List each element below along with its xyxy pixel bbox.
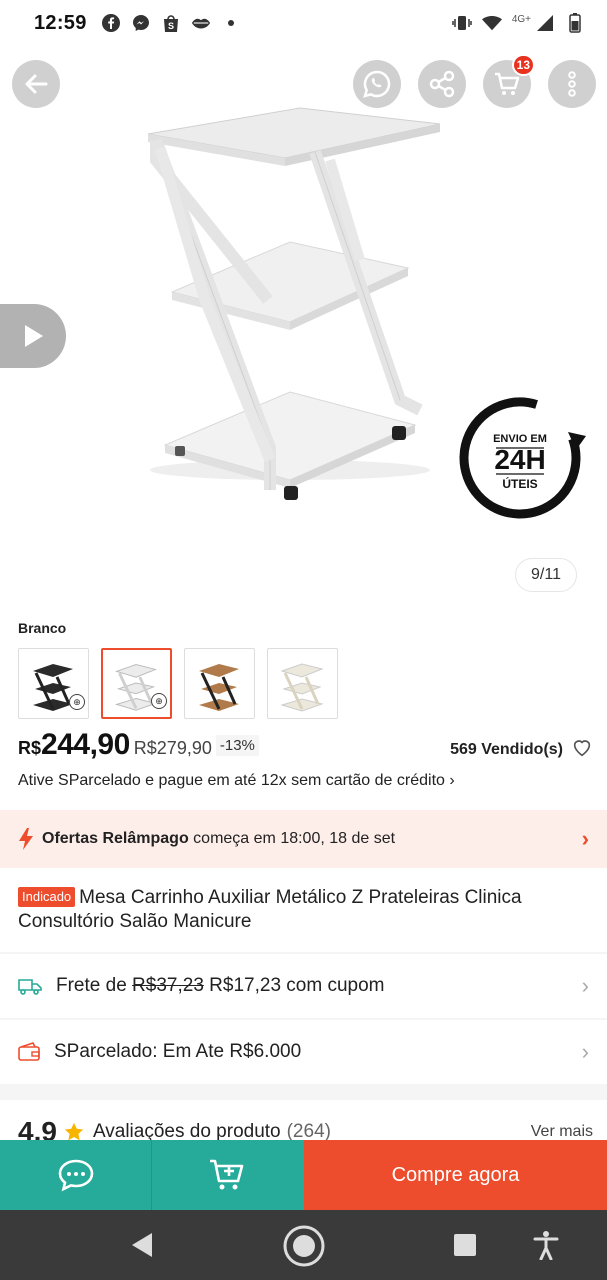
dot-icon [221, 13, 241, 33]
flash-sale-title: Ofertas Relâmpago [42, 830, 189, 847]
shopee-icon: S [161, 13, 181, 33]
whatsapp-share-button[interactable] [353, 60, 401, 108]
cart-button[interactable]: 13 [483, 54, 535, 108]
nav-recents-button[interactable] [453, 1233, 477, 1257]
section-gap [0, 1084, 607, 1100]
svg-text:S: S [168, 21, 174, 31]
shipping-new-price: R$17,23 com cupom [209, 975, 385, 996]
sparcelado-row[interactable]: SParcelado: Em Ate R$6.000 › [0, 1020, 607, 1084]
home-circle-icon [283, 1225, 325, 1267]
bottom-action-bar: Compre agora [0, 1140, 607, 1210]
system-icons: 4G+ [452, 13, 585, 33]
flash-sale-bar[interactable]: Ofertas Relâmpago começa em 18:00, 18 de… [0, 810, 607, 868]
sparcelado-text: SParcelado: Em Ate R$6.000 [54, 1041, 302, 1062]
triangle-back-icon [132, 1233, 152, 1257]
chevron-right-icon: › [581, 826, 589, 851]
notification-icons: S [101, 13, 241, 33]
android-nav-bar [0, 1210, 607, 1280]
ratings-header[interactable]: 4.9 Avaliações do produto (264) Ver mais [0, 1100, 607, 1140]
zoom-icon: ⊕ [69, 694, 85, 710]
price-current: 244,90 [41, 728, 130, 761]
star-icon [64, 1122, 84, 1140]
discount-badge: -13% [215, 735, 259, 756]
zoom-icon: ⊕ [151, 693, 167, 709]
product-gallery[interactable]: 13 ENVIO EM 24H ÚTEIS 9/11 [0, 46, 607, 606]
more-vertical-icon [568, 71, 576, 97]
variant-thumb-white[interactable]: ⊕ [101, 648, 172, 719]
wallet-icon [18, 1042, 40, 1061]
messenger-icon [131, 13, 151, 33]
variant-thumb-cream[interactable] [267, 648, 338, 719]
rating-score: 4.9 [18, 1116, 57, 1140]
wifi-icon [481, 13, 502, 33]
see-more-link[interactable]: Ver mais [531, 1123, 593, 1140]
chat-button[interactable] [0, 1140, 152, 1210]
signal-icon [535, 13, 555, 33]
chevron-right-icon: › [581, 973, 589, 998]
chevron-right-icon: › [581, 1039, 589, 1064]
price-original: R$279,90 [133, 738, 212, 758]
badge-main-text: 24H [494, 444, 545, 475]
arrow-left-icon [25, 74, 48, 94]
ratings-content: 4.9 Avaliações do produto (264) Ver mais [18, 1116, 593, 1140]
price-currency: R$ [18, 738, 42, 758]
variant-label: Branco [18, 620, 67, 636]
product-title: Indicado Mesa Carrinho Auxiliar Metálico … [18, 886, 598, 934]
badge-bottom-text: ÚTEIS [502, 476, 537, 491]
truck-icon [18, 979, 42, 995]
video-play-button[interactable] [0, 304, 66, 368]
chat-icon [58, 1159, 93, 1192]
share-icon [429, 70, 455, 98]
nav-home-button[interactable] [282, 1224, 326, 1268]
installments-link[interactable]: Ative SParcelado e pague em até 12x sem … [18, 772, 455, 790]
ratings-count: (264) [286, 1121, 331, 1140]
image-counter: 9/11 [515, 558, 577, 592]
shipping-label: Frete de [56, 975, 127, 996]
product-image [147, 107, 441, 500]
indicado-tag: Indicado [18, 887, 76, 907]
price-row: R$ 244,90 R$279,90 -13% 569 Vendido(s) [18, 728, 593, 768]
shipping-24h-badge: ENVIO EM 24H ÚTEIS [459, 397, 586, 519]
variant-selector: ⊕ ⊕ [18, 648, 338, 719]
whatsapp-icon [363, 70, 391, 98]
variant-image [280, 663, 324, 712]
facebook-icon [101, 13, 121, 33]
flash-sale-time: começa em 18:00, 18 de set [193, 830, 396, 847]
product-title-text: Mesa Carrinho Auxiliar Metálico Z Pratel… [18, 887, 522, 932]
add-cart-icon [210, 1159, 244, 1190]
back-button[interactable] [12, 60, 60, 108]
heart-icon[interactable] [571, 736, 593, 758]
accessibility-button[interactable] [532, 1230, 560, 1260]
shipping-row[interactable]: Frete de R$37,23 R$17,23 com cupom › [0, 954, 607, 1018]
accessibility-icon [533, 1231, 559, 1260]
cart-count-badge: 13 [511, 54, 535, 76]
variant-thumb-wood[interactable] [184, 648, 255, 719]
vibrate-icon [452, 13, 472, 33]
sold-count: 569 Vendido(s) [450, 741, 563, 758]
shipping-old-price: R$37,23 [132, 975, 204, 996]
battery-icon [565, 13, 585, 33]
nav-back-button[interactable] [128, 1232, 156, 1258]
variant-thumb-black[interactable]: ⊕ [18, 648, 89, 719]
add-to-cart-button[interactable] [152, 1140, 304, 1210]
more-options-button[interactable] [548, 60, 596, 108]
lightning-icon [19, 828, 33, 850]
ratings-title: Avaliações do produto [92, 1121, 281, 1140]
square-recents-icon [454, 1234, 476, 1256]
flash-sale-text: Ofertas Relâmpago começa em 18:00, 18 de… [42, 830, 395, 848]
shipping-text: Frete de R$37,23 R$17,23 com cupom [56, 975, 385, 997]
share-button[interactable] [418, 60, 466, 108]
network-type: 4G+ [511, 13, 531, 25]
lips-icon [191, 13, 211, 33]
status-time: 12:59 [34, 11, 87, 34]
variant-image [199, 664, 239, 711]
status-bar: 12:59 S 4G+ [0, 0, 607, 46]
play-icon [25, 325, 43, 347]
buy-now-button[interactable]: Compre agora [304, 1140, 607, 1210]
